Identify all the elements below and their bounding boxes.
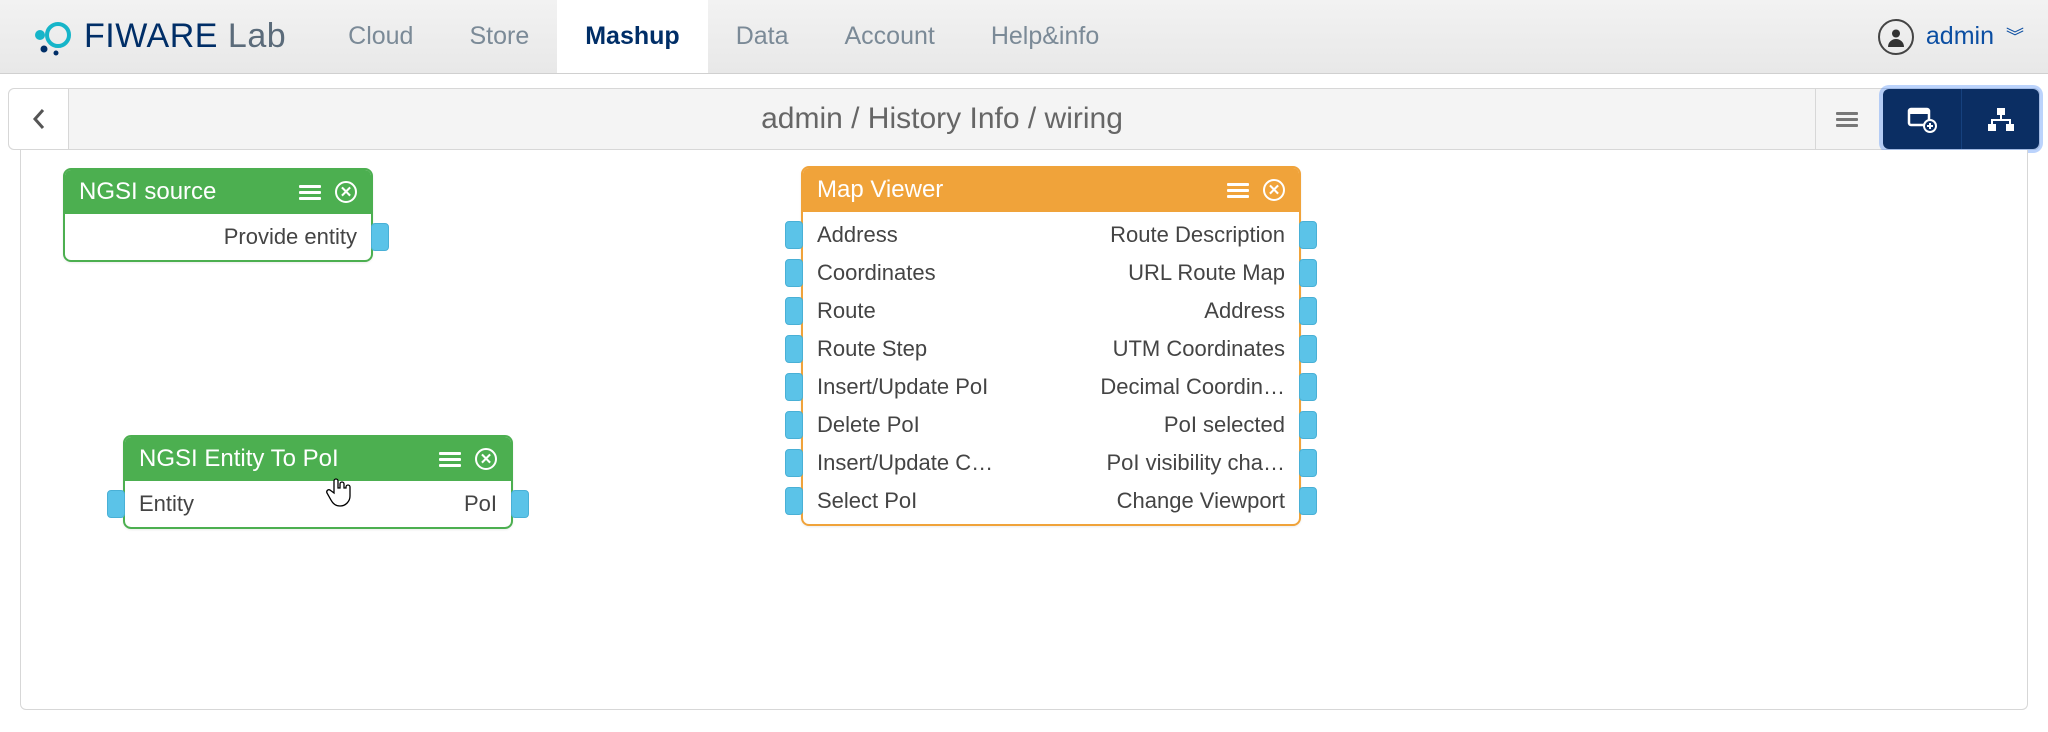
node-title-bar[interactable]: Map Viewer ✕ xyxy=(803,168,1299,212)
nav-mashup[interactable]: Mashup xyxy=(557,0,707,73)
breadcrumb: admin / History Info / wiring xyxy=(69,89,1815,149)
output-label: PoI xyxy=(318,491,497,517)
user-name: admin xyxy=(1926,22,1994,51)
node-menu-icon[interactable] xyxy=(1227,180,1249,201)
input-label: Delete PoI xyxy=(817,412,1051,438)
nav-tabs: Cloud Store Mashup Data Account Help&inf… xyxy=(320,0,1127,73)
chevron-left-icon xyxy=(32,108,46,130)
output-label: Provide entity xyxy=(79,224,357,250)
output-port[interactable] xyxy=(1299,335,1317,363)
output-label: Decimal Coordin… xyxy=(1051,374,1285,400)
node-menu-icon[interactable] xyxy=(439,449,461,470)
output-port[interactable] xyxy=(1299,487,1317,515)
output-label: URL Route Map xyxy=(1051,260,1285,286)
header-menu-button[interactable] xyxy=(1815,89,1877,149)
sitemap-icon xyxy=(1986,107,2016,133)
node-title-bar[interactable]: NGSI Entity To PoI ✕ xyxy=(125,437,511,481)
input-port[interactable] xyxy=(785,449,803,477)
node-title: Map Viewer xyxy=(817,176,1213,204)
input-port[interactable] xyxy=(785,297,803,325)
chevron-down-icon: ︾ xyxy=(2006,32,2024,42)
node-close-icon[interactable]: ✕ xyxy=(1263,179,1285,201)
node-map-viewer[interactable]: Map Viewer ✕ Address Route Description C… xyxy=(801,166,1301,526)
node-close-icon[interactable]: ✕ xyxy=(335,181,357,203)
node-body: Address Route Description Coordinates UR… xyxy=(803,212,1299,524)
view-toolbar xyxy=(1883,89,2039,149)
add-widget-icon xyxy=(1907,107,1937,133)
endpoint-row: Delete PoI PoI selected xyxy=(803,406,1299,444)
input-label: Insert/Update C… xyxy=(817,450,1051,476)
endpoint-row: Provide entity xyxy=(65,218,371,256)
endpoint-row: Insert/Update C… PoI visibility cha… xyxy=(803,444,1299,482)
brand-suffix: Lab xyxy=(228,17,286,55)
nav-data[interactable]: Data xyxy=(708,0,817,73)
input-port[interactable] xyxy=(785,373,803,401)
output-port[interactable] xyxy=(511,490,529,518)
brand-logo[interactable]: FIWARE Lab xyxy=(30,15,286,59)
output-port[interactable] xyxy=(1299,259,1317,287)
user-menu[interactable]: admin ︾ xyxy=(1878,19,2024,55)
logo-icon xyxy=(30,15,74,59)
top-navbar: FIWARE Lab Cloud Store Mashup Data Accou… xyxy=(0,0,2048,74)
input-port[interactable] xyxy=(107,490,125,518)
input-label: Route Step xyxy=(817,336,1051,362)
brand-text: FIWARE Lab xyxy=(84,17,286,56)
node-ngsi-source[interactable]: NGSI source ✕ Provide entity xyxy=(63,168,373,262)
endpoint-row: Route Address xyxy=(803,292,1299,330)
node-title: NGSI source xyxy=(79,178,285,206)
output-port[interactable] xyxy=(371,223,389,251)
input-label: Coordinates xyxy=(817,260,1051,286)
nav-cloud[interactable]: Cloud xyxy=(320,0,441,73)
wiring-canvas[interactable]: NGSI source ✕ Provide entity NGSI Entity… xyxy=(20,150,2028,710)
output-label: PoI selected xyxy=(1051,412,1285,438)
endpoint-row: Entity PoI xyxy=(125,485,511,523)
node-title: NGSI Entity To PoI xyxy=(139,445,425,473)
endpoint-row: Address Route Description xyxy=(803,216,1299,254)
input-port[interactable] xyxy=(785,335,803,363)
add-component-button[interactable] xyxy=(1883,89,1961,149)
input-label: Entity xyxy=(139,491,318,517)
output-label: Change Viewport xyxy=(1051,488,1285,514)
nav-help[interactable]: Help&info xyxy=(963,0,1127,73)
output-label: PoI visibility cha… xyxy=(1051,450,1285,476)
node-menu-icon[interactable] xyxy=(299,182,321,203)
input-label: Select PoI xyxy=(817,488,1051,514)
user-icon xyxy=(1878,19,1914,55)
input-port[interactable] xyxy=(785,259,803,287)
output-port[interactable] xyxy=(1299,373,1317,401)
output-port[interactable] xyxy=(1299,411,1317,439)
output-port[interactable] xyxy=(1299,221,1317,249)
back-button[interactable] xyxy=(9,89,69,149)
nav-store[interactable]: Store xyxy=(441,0,557,73)
input-port[interactable] xyxy=(785,487,803,515)
endpoint-row: Insert/Update PoI Decimal Coordin… xyxy=(803,368,1299,406)
input-label: Insert/Update PoI xyxy=(817,374,1051,400)
endpoint-row: Route Step UTM Coordinates xyxy=(803,330,1299,368)
input-port[interactable] xyxy=(785,411,803,439)
input-label: Address xyxy=(817,222,1051,248)
node-ngsi-entity-to-poi[interactable]: NGSI Entity To PoI ✕ Entity PoI xyxy=(123,435,513,529)
input-label: Route xyxy=(817,298,1051,324)
wiring-view-button[interactable] xyxy=(1961,89,2039,149)
output-port[interactable] xyxy=(1299,297,1317,325)
node-close-icon[interactable]: ✕ xyxy=(475,448,497,470)
nav-account[interactable]: Account xyxy=(817,0,963,73)
hamburger-icon xyxy=(1836,109,1858,130)
output-label: Route Description xyxy=(1051,222,1285,248)
endpoint-row: Coordinates URL Route Map xyxy=(803,254,1299,292)
output-port[interactable] xyxy=(1299,449,1317,477)
output-label: UTM Coordinates xyxy=(1051,336,1285,362)
endpoint-row: Select PoI Change Viewport xyxy=(803,482,1299,520)
node-title-bar[interactable]: NGSI source ✕ xyxy=(65,170,371,214)
output-label: Address xyxy=(1051,298,1285,324)
input-port[interactable] xyxy=(785,221,803,249)
brand-name: FIWARE xyxy=(84,17,218,55)
workspace-header: admin / History Info / wiring xyxy=(8,88,2040,150)
